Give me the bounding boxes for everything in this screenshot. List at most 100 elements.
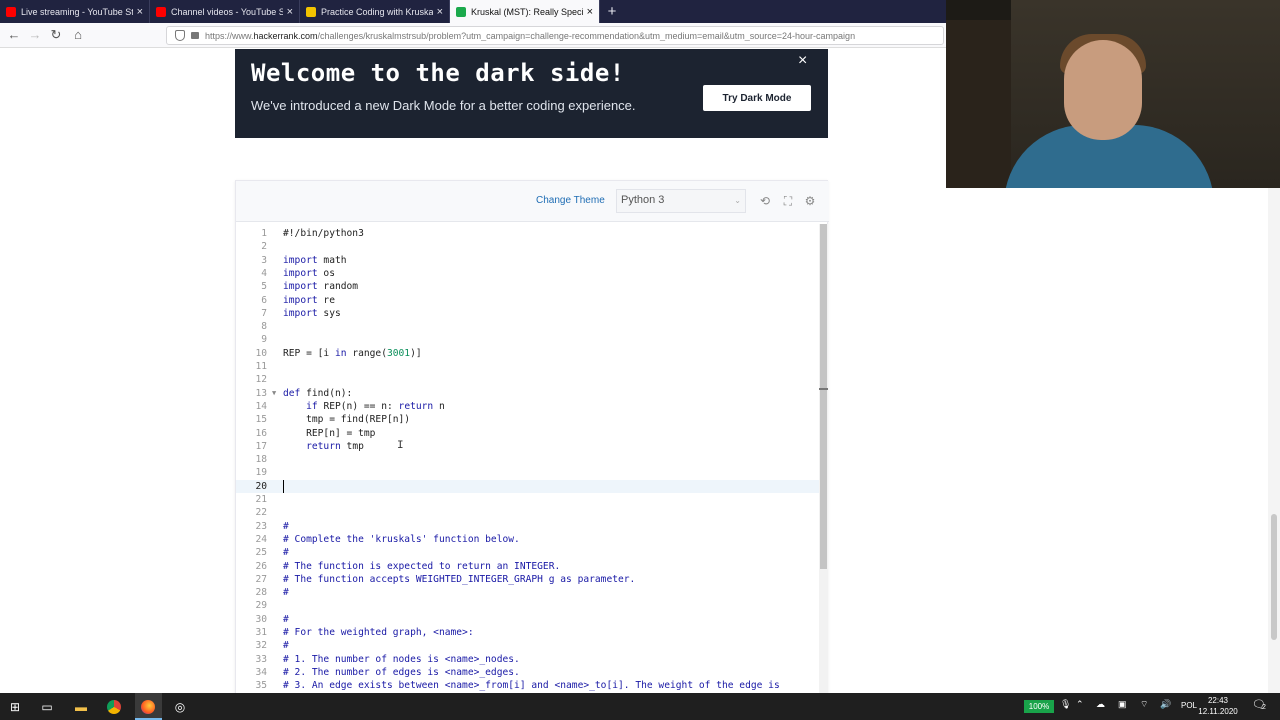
code-token: # <box>283 520 289 532</box>
code-line[interactable]: 9 <box>236 333 819 346</box>
code-token: # The function accepts WEIGHTED_INTEGER_… <box>283 573 636 585</box>
code-line[interactable]: 18 <box>236 453 819 466</box>
code-line[interactable]: 25 # <box>236 546 819 559</box>
windows-start-icon[interactable]: ⊞ <box>6 698 24 716</box>
browser-tab[interactable]: Channel videos - YouTube Studio × <box>150 0 300 23</box>
url-bar[interactable]: https://www.hackerrank.com/challenges/kr… <box>166 26 944 45</box>
new-tab-button[interactable]: + <box>600 0 624 23</box>
code-line[interactable]: 11 <box>236 360 819 373</box>
network-icon[interactable]: ⌔ <box>1140 699 1148 710</box>
code-line[interactable]: 15 tmp = find(REP[n]) <box>236 413 819 426</box>
history-icon[interactable]: ⟲ <box>758 194 772 208</box>
code-line[interactable]: 30 # <box>236 613 819 626</box>
code-line[interactable]: 7 import sys <box>236 307 819 320</box>
code-line[interactable]: 17 return tmp <box>236 440 819 453</box>
tab-close-icon[interactable]: × <box>137 6 143 18</box>
code-line[interactable]: 5 import random <box>236 280 819 293</box>
change-theme-link[interactable]: Change Theme <box>536 195 605 206</box>
code-line[interactable]: 23 # <box>236 520 819 533</box>
code-line[interactable]: 27 # The function accepts WEIGHTED_INTEGE… <box>236 573 819 586</box>
close-icon[interactable]: × <box>798 52 807 70</box>
forward-icon[interactable]: → <box>27 27 43 43</box>
system-clock[interactable]: 22:43 12.11.2020 <box>1196 695 1240 717</box>
clock-time: 22:43 <box>1207 696 1229 705</box>
code-line[interactable]: 33 # 1. The number of nodes is <name>_nod… <box>236 653 819 666</box>
tab-close-icon[interactable]: × <box>287 6 293 18</box>
code-line[interactable]: 14 if REP(n) == n: return n <box>236 400 819 413</box>
code-line[interactable]: 29 <box>236 599 819 612</box>
obs-icon[interactable]: ◎ <box>171 698 189 716</box>
code-line[interactable]: 16 REP[n] = tmp <box>236 427 819 440</box>
cloud-icon[interactable]: ☁ <box>1096 699 1105 710</box>
code-token: return <box>306 440 341 452</box>
code-line[interactable]: 2 <box>236 240 819 253</box>
fold-arrow-icon[interactable]: ▼ <box>272 387 276 400</box>
task-view-icon[interactable]: ▭ <box>38 698 56 716</box>
chevron-up-icon[interactable]: ⌃ <box>1076 699 1084 710</box>
battery-badge[interactable]: 100% <box>1024 700 1054 713</box>
mic-icon[interactable]: 🎙 <box>1060 699 1071 710</box>
code-token: if <box>306 400 318 412</box>
scroll-marker <box>819 388 828 390</box>
code-token: import <box>283 294 318 306</box>
line-number: 33 <box>255 653 267 665</box>
code-line[interactable]: 6 import re <box>236 294 819 307</box>
input-language[interactable]: POL <box>1181 701 1197 710</box>
code-area[interactable]: 1 #!/bin/python3 2 3 import math 4 import os 5 i… <box>236 224 819 701</box>
line-number: 27 <box>255 573 267 585</box>
code-line[interactable]: 22 <box>236 506 819 519</box>
editor-scrollbar-thumb[interactable] <box>820 224 827 569</box>
line-number: 3 <box>261 254 267 266</box>
code-token: 3001 <box>386 347 411 359</box>
editor-scrollbar[interactable] <box>819 224 828 701</box>
code-line[interactable]: 19 <box>236 466 819 479</box>
tray-app-icon[interactable]: ▣ <box>1118 699 1127 710</box>
page-scrollbar-thumb[interactable] <box>1271 514 1277 640</box>
code-line[interactable]: 8 <box>236 320 819 333</box>
browser-tab[interactable]: Practice Coding with Kruskal (MST) × <box>300 0 450 23</box>
code-line[interactable]: 20 <box>236 479 819 493</box>
lock-icon[interactable] <box>191 32 199 39</box>
line-number: 9 <box>261 334 267 346</box>
code-line[interactable]: 12 <box>236 373 819 386</box>
code-line[interactable]: 26 # The function is expected to return a… <box>236 560 819 573</box>
tab-close-icon[interactable]: × <box>437 6 443 18</box>
fullscreen-icon[interactable]: ⛶ <box>781 194 795 208</box>
code-token: sys <box>317 307 341 319</box>
code-token: math <box>317 254 347 266</box>
line-number: 23 <box>255 520 267 532</box>
gear-icon[interactable]: ⚙ <box>803 194 817 208</box>
browser-tab[interactable]: Live streaming - YouTube Studio × <box>0 0 150 23</box>
browser-tab[interactable]: Kruskal (MST): Really Special Subtree × <box>450 0 600 23</box>
code-line[interactable]: 34 # 2. The number of edges is <name>_edg… <box>236 666 819 679</box>
code-line[interactable]: 13 ▼ def find(n): <box>236 387 819 400</box>
code-text: # 1. The number of nodes is <name>_nodes… <box>283 653 520 666</box>
code-line[interactable]: 32 # <box>236 639 819 652</box>
code-line[interactable]: 31 # For the weighted graph, <name>: <box>236 626 819 639</box>
code-token: import <box>283 307 318 319</box>
code-line[interactable]: 4 import os <box>236 267 819 280</box>
back-icon[interactable]: ← <box>6 27 22 43</box>
code-line[interactable]: 10 REP = [i in range(3001)] <box>236 347 819 360</box>
code-line[interactable]: 3 import math <box>236 254 819 267</box>
code-token: import <box>283 254 318 266</box>
firefox-icon[interactable] <box>139 698 157 716</box>
code-line[interactable]: 24 # Complete the 'kruskals' function bel… <box>236 533 819 546</box>
code-line[interactable]: 21 <box>236 493 819 506</box>
chrome-icon[interactable] <box>105 698 123 716</box>
language-select[interactable]: Python 3 ⌄ <box>616 189 746 213</box>
volume-icon[interactable]: 🔊 <box>1160 699 1171 710</box>
code-line[interactable]: 35 # 3. An edge exists between <name>_fro… <box>236 679 819 692</box>
home-icon[interactable]: ⌂ <box>70 27 86 43</box>
file-explorer-icon[interactable]: ▬ <box>72 698 90 716</box>
url-text[interactable]: https://www.hackerrank.com/challenges/kr… <box>205 31 855 41</box>
code-line[interactable]: 1 #!/bin/python3 <box>236 227 819 240</box>
tracking-shield-icon[interactable] <box>175 30 185 41</box>
try-dark-mode-button[interactable]: Try Dark Mode <box>703 85 811 111</box>
code-line[interactable]: 28 # <box>236 586 819 599</box>
tab-close-icon[interactable]: × <box>587 6 593 18</box>
reload-icon[interactable]: ↻ <box>48 27 64 43</box>
code-token: random <box>317 281 359 293</box>
code-token: # The function is expected to return an … <box>283 560 561 572</box>
